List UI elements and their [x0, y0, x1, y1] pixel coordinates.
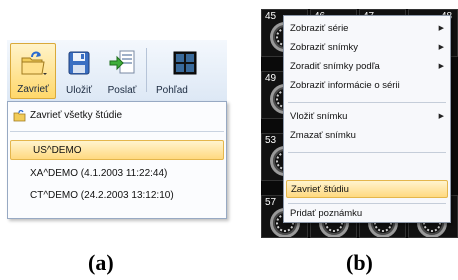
- menu-item-label: Zobraziť série: [290, 23, 349, 34]
- image-viewer: 45 46 47 48 49 53 57 Zobraziť série ▶: [261, 9, 458, 238]
- menu-divider: [288, 203, 446, 204]
- menu-item-insert-image[interactable]: Vložiť snímku ▶: [286, 108, 448, 126]
- layout-grid-icon: [173, 51, 197, 75]
- menu-item-label: Pridať poznámku: [290, 208, 363, 219]
- study-item-ct-demo[interactable]: CT^DEMO (24.2.2003 13:12:10): [8, 186, 226, 206]
- close-button-label: Zavrieť: [17, 84, 49, 95]
- submenu-arrow-icon: ▶: [438, 63, 444, 70]
- menu-item-show-images[interactable]: Zobraziť snímky ▶: [286, 39, 448, 57]
- toolbar-separator: [146, 48, 147, 92]
- menu-item-label: Zoradiť snímky podľa: [290, 61, 380, 72]
- study-item-label: XA^DEMO (4.1.2003 11:22:44): [30, 168, 168, 179]
- thumbnail-number: 53: [265, 135, 277, 146]
- context-menu: Zobraziť série ▶ Zobraziť snímky ▶ Zorad…: [283, 15, 451, 223]
- submenu-arrow-icon: ▶: [438, 113, 444, 120]
- menu-divider: [10, 131, 224, 132]
- menu-item-label: Vložiť snímku: [290, 111, 348, 122]
- menu-item-sort-images[interactable]: Zoradiť snímky podľa ▶: [286, 58, 448, 76]
- folder-close-icon: [13, 110, 26, 122]
- send-button[interactable]: Poslať: [102, 43, 142, 99]
- close-all-studies-label: Zavrieť všetky štúdie: [30, 110, 123, 121]
- menu-item-label: Zobraziť informácie o sérii: [290, 80, 400, 91]
- menu-item-label: Zobraziť snímky: [290, 42, 358, 53]
- menu-item-label: Zavrieť štúdiu: [291, 184, 349, 195]
- menu-item-show-series[interactable]: Zobraziť série ▶: [286, 20, 448, 38]
- save-button[interactable]: Uložiť: [60, 43, 98, 99]
- menu-divider: [288, 152, 446, 153]
- close-dropdown-menu: Zavrieť všetky štúdie US^DEMO XA^DEMO (4…: [7, 101, 227, 219]
- menu-item-delete-image[interactable]: Zmazať snímku: [286, 127, 448, 145]
- panel-a: Zavrieť Uložiť Poslať Pohľad Zavrieť vše…: [7, 40, 227, 240]
- study-item-label: US^DEMO: [33, 145, 82, 156]
- view-button[interactable]: Pohľad: [150, 43, 227, 99]
- view-button-label: Pohľad: [156, 85, 188, 96]
- send-icon: [109, 50, 135, 74]
- submenu-arrow-icon: ▶: [438, 25, 444, 32]
- submenu-arrow-icon: ▶: [438, 44, 444, 51]
- menu-item-close-study[interactable]: Zavrieť štúdiu: [286, 180, 448, 198]
- caption-b: (b): [346, 250, 373, 275]
- study-item-us-demo[interactable]: US^DEMO: [10, 140, 224, 160]
- save-button-label: Uložiť: [66, 85, 92, 96]
- menu-item-label: Zmazať snímku: [290, 130, 356, 141]
- menu-item-add-note[interactable]: Pridať poznámku: [286, 205, 448, 223]
- close-button[interactable]: Zavrieť: [10, 43, 56, 99]
- study-item-label: CT^DEMO (24.2.2003 13:12:10): [30, 190, 174, 201]
- menu-item-series-info[interactable]: Zobraziť informácie o sérii: [286, 77, 448, 95]
- ribbon-toolbar: Zavrieť Uložiť Poslať Pohľad: [7, 40, 227, 102]
- thumbnail-number: 57: [265, 197, 277, 208]
- thumbnail-number: 45: [265, 11, 277, 22]
- floppy-disk-icon: [68, 51, 90, 75]
- folder-open-icon: [21, 51, 47, 75]
- thumbnail-number: 49: [265, 73, 277, 84]
- caption-a: (a): [88, 250, 114, 275]
- menu-divider: [288, 102, 446, 103]
- send-button-label: Poslať: [107, 85, 137, 96]
- close-all-studies-item[interactable]: Zavrieť všetky štúdie: [8, 106, 226, 126]
- study-item-xa-demo[interactable]: XA^DEMO (4.1.2003 11:22:44): [8, 164, 226, 184]
